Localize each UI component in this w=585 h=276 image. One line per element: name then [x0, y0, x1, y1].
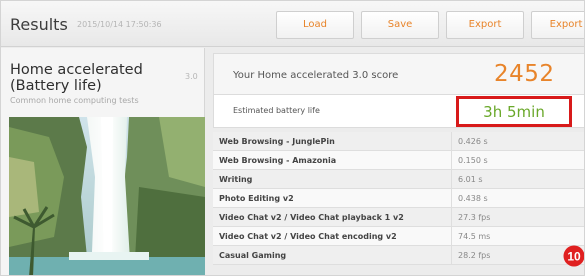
test-name: Video Chat v2 / Video Chat playback 1 v2 [219, 213, 404, 222]
save-button[interactable]: Save [361, 11, 439, 39]
score-label: Your Home accelerated 3.0 score [233, 70, 399, 81]
table-row: Web Browsing - Amazonia 0.150 s [213, 151, 584, 170]
table-row: Photo Editing v2 0.438 s [213, 189, 584, 208]
results-panel: Your Home accelerated 3.0 score 2452 Est… [213, 53, 584, 275]
result-timestamp: 2015/10/14 17:50:36 [77, 20, 162, 29]
figure-number-badge: 10 [563, 245, 584, 267]
test-name: Web Browsing - Amazonia [219, 156, 337, 165]
export-button[interactable]: Export [446, 11, 524, 39]
page-title: Results [10, 15, 68, 34]
test-name: Web Browsing - JunglePin [219, 137, 335, 146]
results-table: Web Browsing - JunglePin 0.426 s Web Bro… [213, 132, 584, 265]
test-version: 3.0 [185, 72, 198, 81]
waterfall-image [9, 117, 205, 275]
test-subtitle: Common home computing tests [10, 96, 139, 105]
test-title: Home accelerated (Battery life) [10, 62, 143, 94]
test-name: Video Chat v2 / Video Chat encoding v2 [219, 232, 397, 241]
table-row: Video Chat v2 / Video Chat encoding v2 7… [213, 227, 584, 246]
table-row: Casual Gaming 28.2 fps [213, 246, 584, 265]
load-button[interactable]: Load [276, 11, 354, 39]
test-name: Photo Editing v2 [219, 194, 294, 203]
table-row: Video Chat v2 / Video Chat playback 1 v2… [213, 208, 584, 227]
test-value: 27.3 fps [451, 208, 584, 226]
export-button-secondary[interactable]: Export [531, 11, 584, 39]
table-row: Writing 6.01 s [213, 170, 584, 189]
header-bar: Results 2015/10/14 17:50:36 Load Save Ex… [1, 1, 584, 47]
test-value: 0.438 s [451, 189, 584, 207]
results-window: Results 2015/10/14 17:50:36 Load Save Ex… [0, 0, 585, 276]
test-value: 0.426 s [451, 132, 584, 150]
score-value: 2452 [494, 61, 555, 87]
test-name: Casual Gaming [219, 251, 287, 260]
battery-highlight-box: 3h 5min [456, 96, 572, 127]
score-row: Your Home accelerated 3.0 score 2452 [213, 53, 584, 95]
test-name: Writing [219, 175, 253, 184]
test-info-panel: Home accelerated (Battery life) 3.0 Comm… [1, 48, 205, 275]
battery-label: Estimated battery life [233, 106, 320, 115]
badge-number: 10 [567, 250, 581, 264]
test-value: 0.150 s [451, 151, 584, 169]
test-value: 6.01 s [451, 170, 584, 188]
test-value: 74.5 ms [451, 227, 584, 245]
table-row: Web Browsing - JunglePin 0.426 s [213, 132, 584, 151]
battery-row: Estimated battery life 3h 5min [213, 95, 584, 128]
battery-value: 3h 5min [483, 103, 545, 121]
